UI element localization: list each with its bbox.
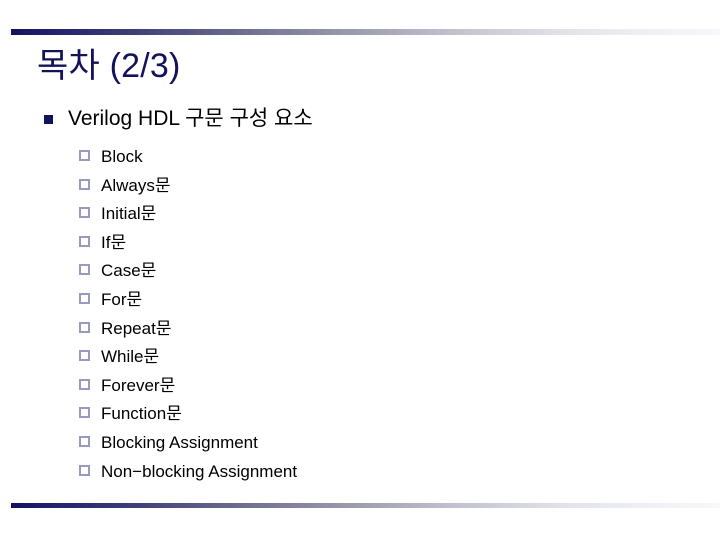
list-item-label: Case문 [101,261,157,281]
list-item: While문 [0,345,720,374]
slide-body: Verilog HDL 구문 구성 요소 Block Always문 Initi… [0,105,720,488]
hollow-square-bullet-icon [79,235,90,247]
list-item: For문 [0,288,720,317]
list-item-label: Block [101,147,143,166]
hollow-square-bullet-icon [79,378,90,390]
hollow-square-bullet-icon [79,292,90,304]
list-item-label: Non−blocking Assignment [101,461,298,481]
hollow-square-bullet-icon [79,464,90,476]
bottom-gradient-rule [11,503,720,508]
list-item: Case문 [0,259,720,288]
list-item: Blocking Assignment [0,431,720,460]
list-item-label: Repeat문 [101,318,172,338]
list-item-label: Forever문 [101,375,176,395]
list-item: Non−blocking Assignment [0,460,720,489]
outline-level1-label: Verilog HDL 구문 구성 요소 [68,107,313,130]
list-item: Block [0,145,720,174]
list-item-label: Always문 [101,175,171,195]
list-item-label: Initial문 [101,204,157,224]
page-title: 목차 (2/3) [37,47,181,85]
list-item-label: Blocking Assignment [101,432,258,452]
hollow-square-bullet-icon [79,407,90,419]
presentation-slide: 목차 (2/3) Verilog HDL 구문 구성 요소 Block Alwa… [0,0,720,540]
hollow-square-bullet-icon [79,178,90,190]
list-item-label: While문 [101,347,160,367]
top-gradient-rule [11,29,720,35]
hollow-square-bullet-icon [79,435,90,447]
square-bullet-icon [44,115,53,124]
outline-level1-item: Verilog HDL 구문 구성 요소 [0,105,720,133]
hollow-square-bullet-icon [79,350,90,362]
list-item-label: Function문 [101,404,182,424]
hollow-square-bullet-icon [79,150,90,161]
list-item: Always문 [0,174,720,203]
outline-level2-list: Block Always문 Initial문 If문 Case문 For문 Re… [0,145,720,488]
hollow-square-bullet-icon [79,264,90,276]
list-item: If문 [0,231,720,260]
hollow-square-bullet-icon [79,207,90,219]
list-item: Function문 [0,402,720,431]
list-item: Repeat문 [0,317,720,346]
hollow-square-bullet-icon [79,321,90,333]
list-item: Initial문 [0,202,720,231]
list-item: Forever문 [0,374,720,403]
list-item-label: If문 [101,232,127,252]
list-item-label: For문 [101,289,143,309]
